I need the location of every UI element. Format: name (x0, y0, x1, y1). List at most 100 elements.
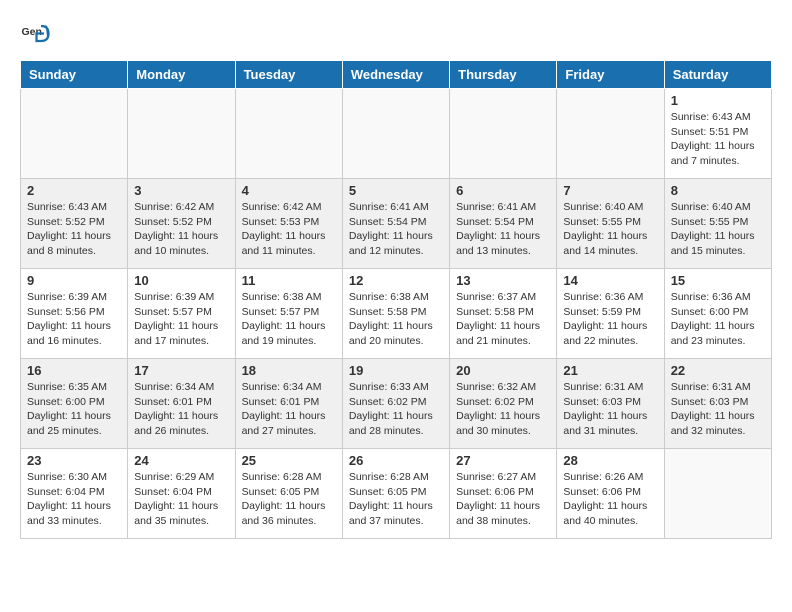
day-number: 3 (134, 183, 228, 198)
calendar-day-cell (342, 89, 449, 179)
day-number: 28 (563, 453, 657, 468)
calendar-day-cell: 14 Sunrise: 6:36 AM Sunset: 5:59 PM Dayli… (557, 269, 664, 359)
calendar-day-cell: 13 Sunrise: 6:37 AM Sunset: 5:58 PM Dayli… (450, 269, 557, 359)
calendar-day-cell: 19 Sunrise: 6:33 AM Sunset: 6:02 PM Dayli… (342, 359, 449, 449)
day-info: Sunrise: 6:37 AM Sunset: 5:58 PM Dayligh… (456, 290, 550, 349)
day-info: Sunrise: 6:41 AM Sunset: 5:54 PM Dayligh… (349, 200, 443, 259)
calendar-day-cell (21, 89, 128, 179)
weekday-header: Friday (557, 61, 664, 89)
day-number: 8 (671, 183, 765, 198)
day-info: Sunrise: 6:31 AM Sunset: 6:03 PM Dayligh… (671, 380, 765, 439)
calendar-day-cell: 12 Sunrise: 6:38 AM Sunset: 5:58 PM Dayli… (342, 269, 449, 359)
calendar-day-cell: 10 Sunrise: 6:39 AM Sunset: 5:57 PM Dayli… (128, 269, 235, 359)
day-info: Sunrise: 6:41 AM Sunset: 5:54 PM Dayligh… (456, 200, 550, 259)
day-number: 25 (242, 453, 336, 468)
day-number: 10 (134, 273, 228, 288)
day-info: Sunrise: 6:27 AM Sunset: 6:06 PM Dayligh… (456, 470, 550, 529)
day-info: Sunrise: 6:42 AM Sunset: 5:53 PM Dayligh… (242, 200, 336, 259)
day-number: 13 (456, 273, 550, 288)
day-info: Sunrise: 6:32 AM Sunset: 6:02 PM Dayligh… (456, 380, 550, 439)
day-info: Sunrise: 6:40 AM Sunset: 5:55 PM Dayligh… (563, 200, 657, 259)
day-info: Sunrise: 6:31 AM Sunset: 6:03 PM Dayligh… (563, 380, 657, 439)
day-info: Sunrise: 6:40 AM Sunset: 5:55 PM Dayligh… (671, 200, 765, 259)
weekday-header: Thursday (450, 61, 557, 89)
day-info: Sunrise: 6:28 AM Sunset: 6:05 PM Dayligh… (349, 470, 443, 529)
day-number: 21 (563, 363, 657, 378)
day-info: Sunrise: 6:28 AM Sunset: 6:05 PM Dayligh… (242, 470, 336, 529)
day-number: 15 (671, 273, 765, 288)
calendar-day-cell: 9Sunrise: 6:39 AM Sunset: 5:56 PM Daylig… (21, 269, 128, 359)
calendar-day-cell: 20 Sunrise: 6:32 AM Sunset: 6:02 PM Dayli… (450, 359, 557, 449)
calendar-day-cell: 8 Sunrise: 6:40 AM Sunset: 5:55 PM Daylig… (664, 179, 771, 269)
day-number: 4 (242, 183, 336, 198)
day-number: 11 (242, 273, 336, 288)
day-info: Sunrise: 6:30 AM Sunset: 6:04 PM Dayligh… (27, 470, 121, 529)
calendar-week-row: 9Sunrise: 6:39 AM Sunset: 5:56 PM Daylig… (21, 269, 772, 359)
calendar-day-cell (235, 89, 342, 179)
calendar-day-cell: 24 Sunrise: 6:29 AM Sunset: 6:04 PM Dayli… (128, 449, 235, 539)
day-info: Sunrise: 6:34 AM Sunset: 6:01 PM Dayligh… (134, 380, 228, 439)
calendar-day-cell: 15 Sunrise: 6:36 AM Sunset: 6:00 PM Dayli… (664, 269, 771, 359)
calendar-day-cell: 28 Sunrise: 6:26 AM Sunset: 6:06 PM Dayli… (557, 449, 664, 539)
day-number: 5 (349, 183, 443, 198)
logo: Gen (20, 20, 54, 50)
weekday-header: Saturday (664, 61, 771, 89)
calendar-week-row: 23 Sunrise: 6:30 AM Sunset: 6:04 PM Dayli… (21, 449, 772, 539)
calendar-day-cell: 17 Sunrise: 6:34 AM Sunset: 6:01 PM Dayli… (128, 359, 235, 449)
day-number: 14 (563, 273, 657, 288)
day-number: 19 (349, 363, 443, 378)
calendar-day-cell: 3Sunrise: 6:42 AM Sunset: 5:52 PM Daylig… (128, 179, 235, 269)
calendar-day-cell: 21 Sunrise: 6:31 AM Sunset: 6:03 PM Dayli… (557, 359, 664, 449)
calendar-day-cell: 5 Sunrise: 6:41 AM Sunset: 5:54 PM Daylig… (342, 179, 449, 269)
calendar-day-cell: 18 Sunrise: 6:34 AM Sunset: 6:01 PM Dayli… (235, 359, 342, 449)
calendar-day-cell: 23 Sunrise: 6:30 AM Sunset: 6:04 PM Dayli… (21, 449, 128, 539)
calendar-day-cell (128, 89, 235, 179)
calendar-day-cell: 16 Sunrise: 6:35 AM Sunset: 6:00 PM Dayli… (21, 359, 128, 449)
weekday-header: Wednesday (342, 61, 449, 89)
day-info: Sunrise: 6:43 AM Sunset: 5:52 PM Dayligh… (27, 200, 121, 259)
weekday-header: Monday (128, 61, 235, 89)
day-number: 2 (27, 183, 121, 198)
calendar-day-cell (557, 89, 664, 179)
day-info: Sunrise: 6:33 AM Sunset: 6:02 PM Dayligh… (349, 380, 443, 439)
day-info: Sunrise: 6:29 AM Sunset: 6:04 PM Dayligh… (134, 470, 228, 529)
calendar-day-cell: 25 Sunrise: 6:28 AM Sunset: 6:05 PM Dayli… (235, 449, 342, 539)
weekday-header: Tuesday (235, 61, 342, 89)
day-number: 22 (671, 363, 765, 378)
calendar-week-row: 16 Sunrise: 6:35 AM Sunset: 6:00 PM Dayli… (21, 359, 772, 449)
day-info: Sunrise: 6:26 AM Sunset: 6:06 PM Dayligh… (563, 470, 657, 529)
svg-text:Gen: Gen (22, 26, 42, 38)
day-info: Sunrise: 6:36 AM Sunset: 6:00 PM Dayligh… (671, 290, 765, 349)
day-number: 12 (349, 273, 443, 288)
calendar-week-row: 2 Sunrise: 6:43 AM Sunset: 5:52 PM Daylig… (21, 179, 772, 269)
calendar-day-cell (664, 449, 771, 539)
day-info: Sunrise: 6:34 AM Sunset: 6:01 PM Dayligh… (242, 380, 336, 439)
day-number: 17 (134, 363, 228, 378)
calendar-header-row: SundayMondayTuesdayWednesdayThursdayFrid… (21, 61, 772, 89)
day-number: 9 (27, 273, 121, 288)
day-info: Sunrise: 6:35 AM Sunset: 6:00 PM Dayligh… (27, 380, 121, 439)
day-number: 20 (456, 363, 550, 378)
calendar-day-cell: 1 Sunrise: 6:43 AM Sunset: 5:51 PM Daylig… (664, 89, 771, 179)
day-number: 18 (242, 363, 336, 378)
day-info: Sunrise: 6:36 AM Sunset: 5:59 PM Dayligh… (563, 290, 657, 349)
day-number: 1 (671, 93, 765, 108)
calendar-day-cell: 27 Sunrise: 6:27 AM Sunset: 6:06 PM Dayli… (450, 449, 557, 539)
day-number: 16 (27, 363, 121, 378)
day-number: 24 (134, 453, 228, 468)
day-number: 6 (456, 183, 550, 198)
calendar-day-cell: 7 Sunrise: 6:40 AM Sunset: 5:55 PM Daylig… (557, 179, 664, 269)
day-number: 23 (27, 453, 121, 468)
calendar-day-cell: 4 Sunrise: 6:42 AM Sunset: 5:53 PM Daylig… (235, 179, 342, 269)
day-number: 26 (349, 453, 443, 468)
calendar-day-cell: 26 Sunrise: 6:28 AM Sunset: 6:05 PM Dayli… (342, 449, 449, 539)
weekday-header: Sunday (21, 61, 128, 89)
calendar-table: SundayMondayTuesdayWednesdayThursdayFrid… (20, 60, 772, 539)
calendar-day-cell: 6 Sunrise: 6:41 AM Sunset: 5:54 PM Daylig… (450, 179, 557, 269)
calendar-day-cell: 22 Sunrise: 6:31 AM Sunset: 6:03 PM Dayli… (664, 359, 771, 449)
day-info: Sunrise: 6:43 AM Sunset: 5:51 PM Dayligh… (671, 110, 765, 169)
day-info: Sunrise: 6:39 AM Sunset: 5:57 PM Dayligh… (134, 290, 228, 349)
day-info: Sunrise: 6:38 AM Sunset: 5:58 PM Dayligh… (349, 290, 443, 349)
day-number: 27 (456, 453, 550, 468)
day-number: 7 (563, 183, 657, 198)
